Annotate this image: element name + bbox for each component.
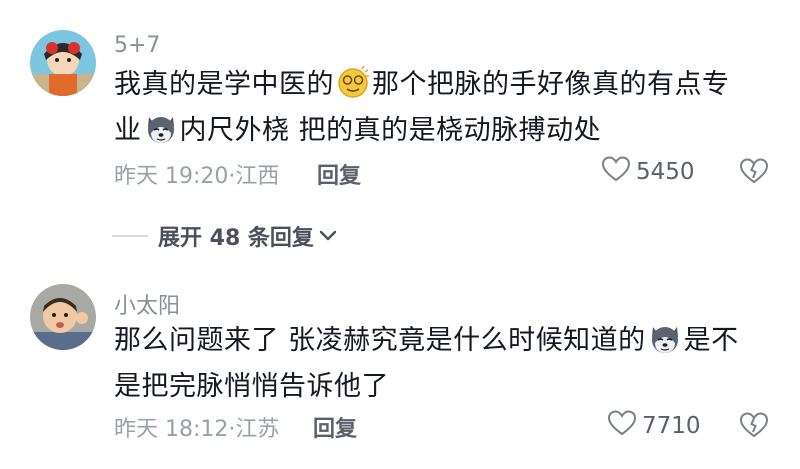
chevron-down-icon [318, 227, 338, 246]
comment-text-part: 是不 [683, 325, 739, 356]
comment-text: 那么问题来了 张凌赫究竟是什么时候知道的 是不 是把完脉悄悄告诉他了 [114, 318, 764, 410]
username[interactable]: 小太阳 [114, 288, 180, 320]
husky-dog-emoji-icon [144, 111, 178, 145]
heart-outline-icon [601, 156, 631, 188]
comment-text-part: 我真的是学中医的 [114, 69, 334, 100]
dislike-button[interactable] [739, 412, 769, 442]
like-count: 7710 [642, 413, 701, 439]
comment-text-part: 内尺外桡 把的真的是桡动脉搏动处 [179, 115, 602, 146]
like-button[interactable]: 5450 [601, 156, 695, 188]
broken-heart-icon [739, 412, 769, 442]
comment-text-part: 是把完脉悄悄告诉他了 [114, 371, 389, 402]
broken-heart-icon [739, 158, 769, 188]
husky-dog-emoji-icon [648, 321, 682, 355]
comment-text-part: 那么问题来了 张凌赫究竟是什么时候知道的 [114, 325, 646, 356]
comment-text-part: 业 [114, 115, 142, 146]
comment-time-location: 昨天 19:20·江西 [114, 164, 280, 189]
reply-button[interactable]: 回复 [313, 411, 357, 443]
dizzy-face-emoji-icon [336, 65, 370, 99]
like-button[interactable]: 7710 [607, 410, 701, 442]
like-count: 5450 [636, 159, 695, 185]
avatar[interactable] [30, 284, 96, 350]
heart-outline-icon [607, 410, 637, 442]
reply-button[interactable]: 回复 [317, 158, 361, 190]
divider [112, 235, 148, 237]
dislike-button[interactable] [739, 158, 769, 188]
expand-replies-label: 展开 48 条回复 [158, 226, 314, 251]
avatar[interactable] [30, 30, 96, 96]
comment-text: 我真的是学中医的 那个把脉的手好像真的有点专 业 内尺外桡 把的真的是桡动脉搏动处 [114, 62, 764, 154]
username[interactable]: 5+7 [114, 33, 160, 58]
comment-text-part: 那个把脉的手好像真的有点专 [372, 69, 730, 100]
comment-time-location: 昨天 18:12·江苏 [114, 417, 280, 442]
expand-replies-button[interactable]: 展开 48 条回复 [112, 220, 338, 252]
